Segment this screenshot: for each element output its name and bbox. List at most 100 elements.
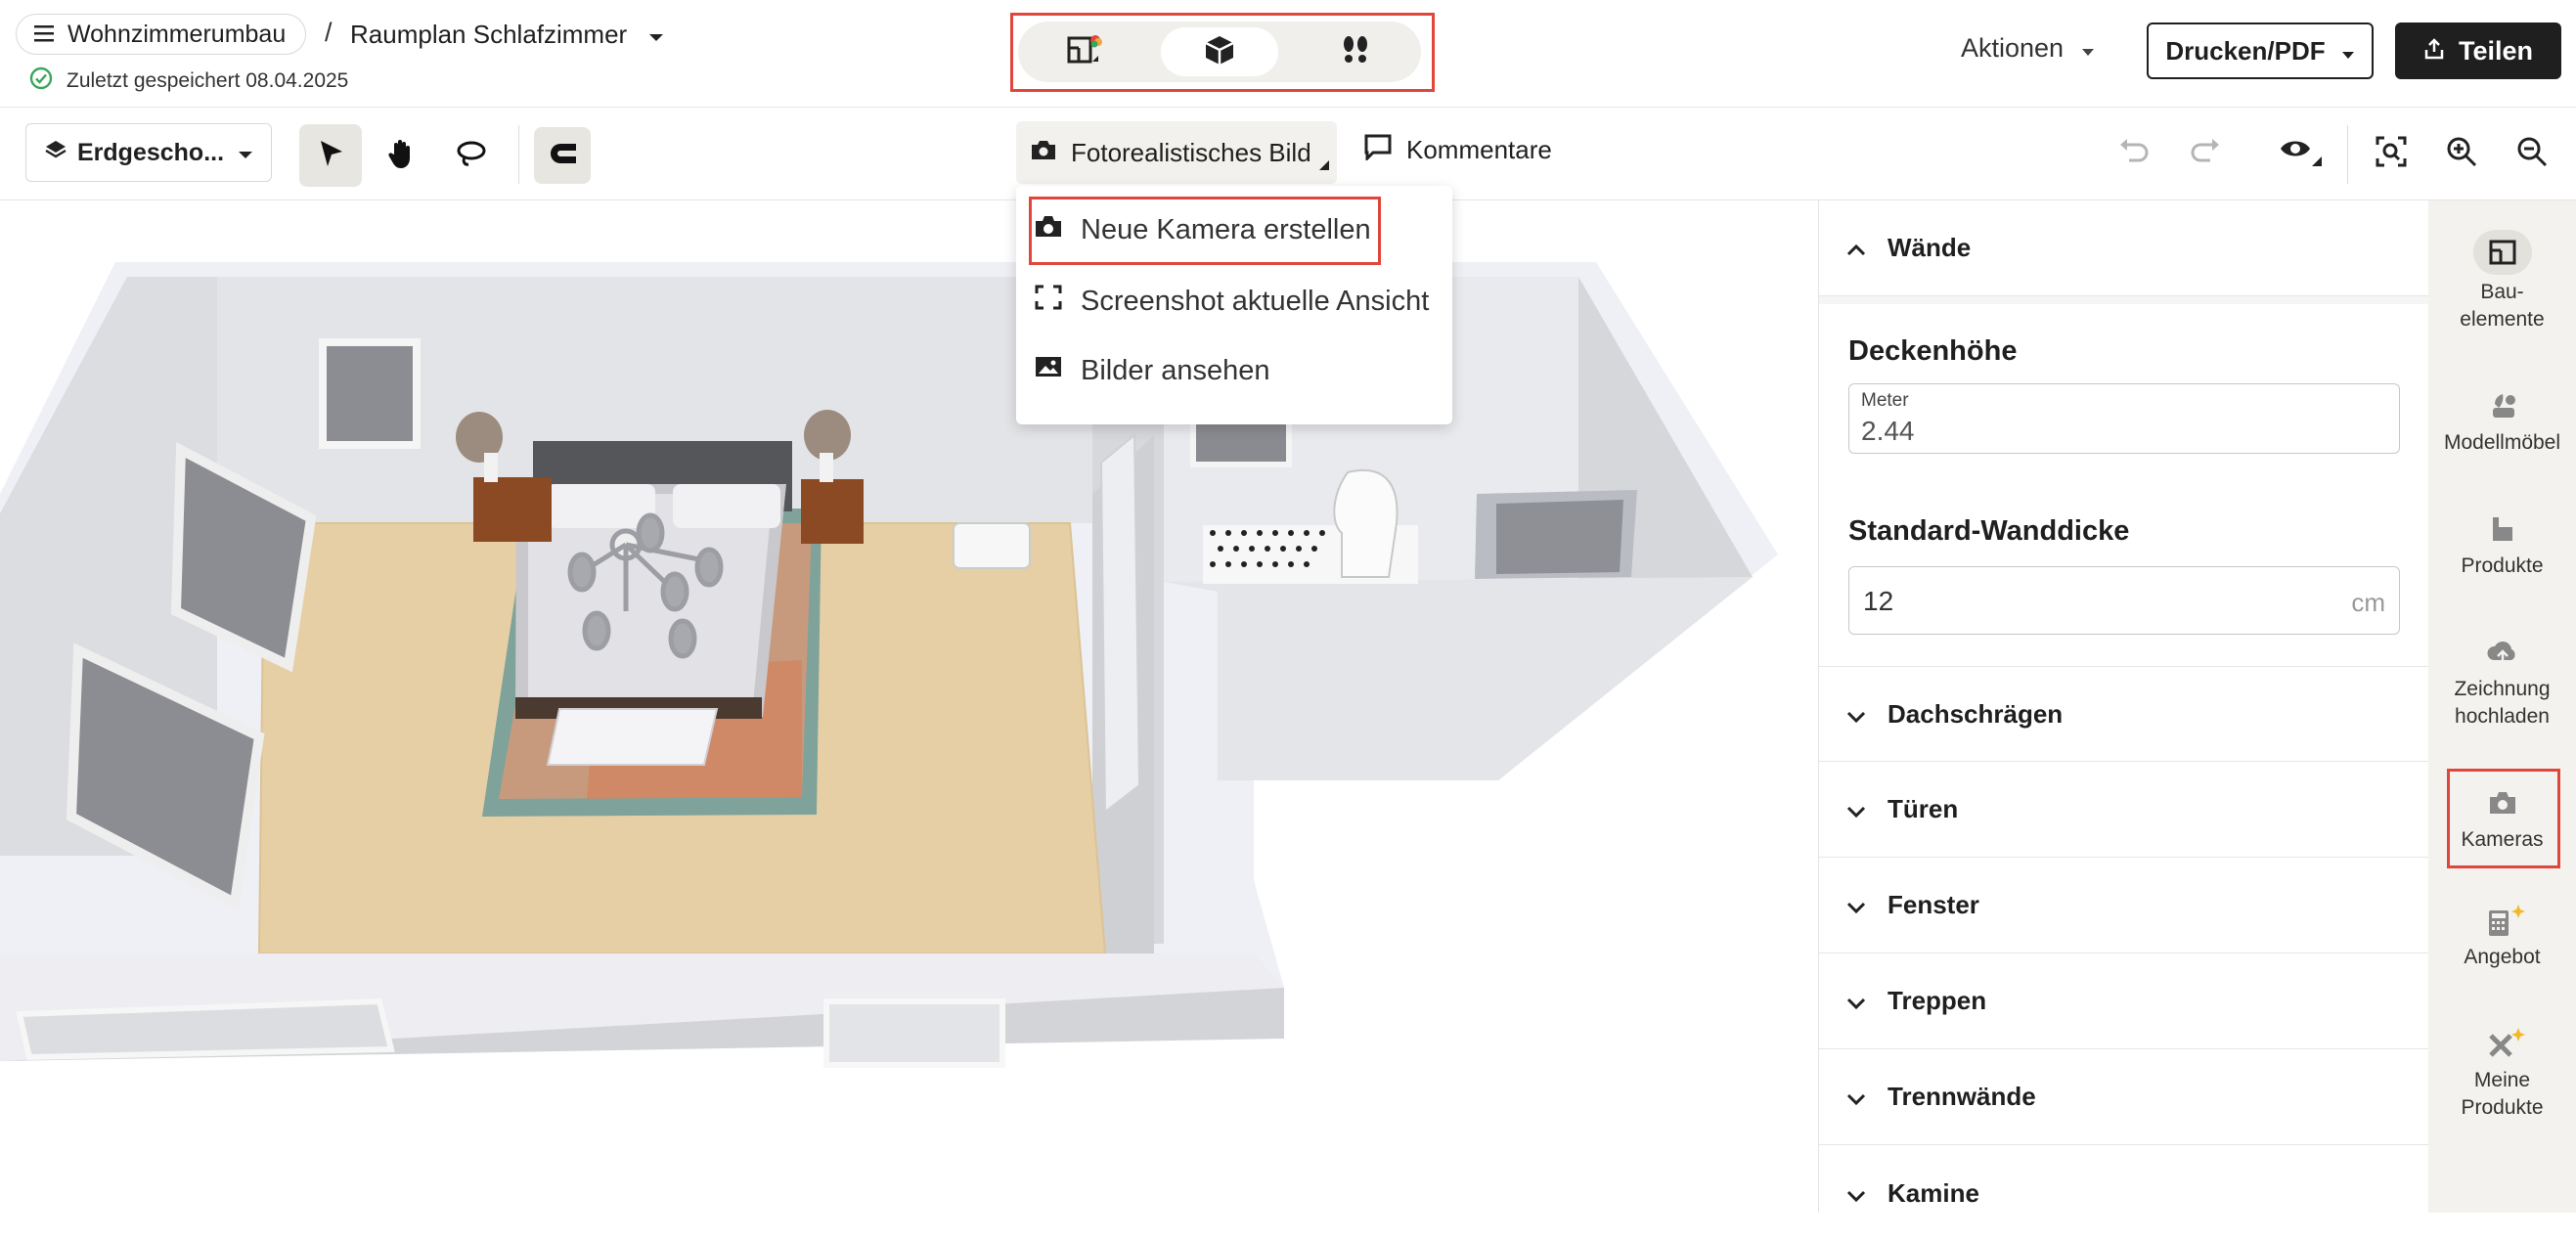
caret-down-icon (2081, 33, 2095, 64)
image-icon (1034, 354, 1063, 387)
pan-tool-button[interactable] (370, 124, 432, 187)
chevron-down-icon (1846, 794, 1866, 824)
print-label: Drucken/PDF (2165, 35, 2326, 66)
chevron-down-icon (1846, 890, 1866, 920)
chevron-up-icon (1846, 233, 1866, 263)
visibility-button[interactable] (2279, 137, 2322, 171)
new-camera-highlight (1029, 197, 1381, 265)
lasso-tool-button[interactable] (440, 124, 503, 187)
menu-item-view-images[interactable]: Bilder ansehen (1034, 354, 1269, 387)
zoom-in-button[interactable] (2445, 135, 2478, 173)
wall-thickness-label: Standard-Wanddicke (1848, 515, 2130, 547)
photorealistic-image-button[interactable]: Fotorealistisches Bild (1016, 121, 1337, 184)
properties-panel: Wände Deckenhöhe Meter 2.44 Standard-Wan… (1818, 200, 2428, 1213)
wall-thickness-unit: cm (2351, 588, 2385, 617)
menu-item-label: Screenshot aktuelle Ansicht (1081, 285, 1430, 317)
section-title: Kamine (1888, 1177, 1979, 1208)
sidebar-item-building-elements[interactable]: Bau- elemente (2428, 230, 2576, 333)
chevron-down-icon (1846, 699, 1866, 730)
section-doors[interactable]: Türen (1819, 762, 2428, 858)
calculator-icon (2485, 903, 2525, 938)
section-shadow (1819, 296, 2428, 304)
sidebar-label: hochladen (2455, 705, 2550, 728)
magnet-icon (547, 140, 578, 172)
actions-label: Aktionen (1961, 33, 2065, 63)
ceiling-height-value: 2.44 (1861, 416, 1915, 446)
redo-button[interactable] (2189, 135, 2222, 169)
project-name: Wohnzimmerumbau (67, 20, 287, 48)
check-circle-icon (29, 66, 53, 96)
section-title: Trennwände (1888, 1082, 2036, 1111)
section-windows[interactable]: Fenster (1819, 858, 2428, 953)
menu-item-screenshot[interactable]: Screenshot aktuelle Ansicht (1034, 284, 1429, 319)
right-sidebar: Bau- elemente Modellmöbel Produkte Zeich… (2428, 200, 2576, 1213)
sidebar-label: Bau- (2480, 281, 2524, 303)
zoom-in-icon (2445, 137, 2478, 172)
caret-down-icon (2341, 36, 2355, 66)
sidebar-label: Zeichnung (2454, 678, 2551, 700)
chevron-down-icon (1846, 986, 1866, 1016)
menu-item-label: Bilder ansehen (1081, 354, 1270, 386)
section-fireplaces[interactable]: Kamine (1819, 1145, 2428, 1241)
view-switch-highlight (1010, 13, 1435, 92)
eye-icon (2279, 141, 2322, 170)
section-title: Dachschrägen (1888, 698, 2064, 729)
tools-icon (2485, 1026, 2525, 1061)
ceiling-unit-label: Meter (1861, 390, 1909, 411)
sidebar-item-quote[interactable]: Angebot (2428, 903, 2576, 971)
project-menu-button[interactable]: Wohnzimmerumbau (16, 14, 307, 55)
comments-label: Kommentare (1406, 135, 1552, 164)
sidebar-item-my-products[interactable]: Meine Produkte (2428, 1026, 2576, 1122)
ceiling-height-label: Deckenhöhe (1848, 335, 2018, 367)
fit-view-button[interactable] (2375, 135, 2408, 173)
caret-down-icon (648, 20, 664, 50)
zoom-out-button[interactable] (2515, 135, 2549, 173)
pointer-arrow-icon (315, 138, 346, 174)
zoom-fit-icon (2375, 136, 2408, 172)
sidebar-label: Meine (2473, 1069, 2531, 1091)
page-name: Raumplan Schlafzimmer (350, 19, 628, 49)
wall-thickness-input[interactable]: 12 cm (1848, 566, 2400, 635)
sidebar-item-products[interactable]: Produkte (2428, 511, 2576, 580)
undo-icon (2117, 139, 2151, 168)
redo-icon (2189, 139, 2222, 168)
actions-menu-button[interactable]: Aktionen (1961, 33, 2095, 64)
comments-button[interactable]: Kommentare (1363, 133, 1552, 167)
share-label: Teilen (2458, 35, 2534, 66)
cameras-highlight (2447, 769, 2560, 868)
page-selector[interactable]: Raumplan Schlafzimmer (350, 16, 664, 53)
share-button[interactable]: Teilen (2395, 22, 2561, 79)
corner-caret-icon (1318, 147, 1329, 177)
wall-thickness-value: 12 (1863, 586, 1894, 616)
floor-label: Erdgescho... (77, 138, 225, 166)
sidebar-label: Modellmöbel (2443, 431, 2561, 454)
products-icon (2485, 511, 2520, 547)
sidebar-item-model-furniture[interactable]: Modellmöbel (2428, 388, 2576, 457)
toolbar-divider (518, 125, 519, 184)
saved-text: Zuletzt gespeichert 08.04.2025 (67, 69, 349, 92)
section-title: Fenster (1888, 890, 1979, 919)
toolbar-divider (2347, 125, 2348, 184)
3d-room-render (0, 262, 1778, 1068)
zoom-out-icon (2515, 137, 2549, 172)
floor-selector[interactable]: Erdgescho... (25, 123, 272, 182)
model-furniture-icon (2485, 388, 2520, 423)
3d-viewport[interactable] (0, 200, 1818, 1213)
sidebar-item-upload-drawing[interactable]: Zeichnung hochladen (2428, 635, 2576, 731)
section-walls[interactable]: Wände (1819, 200, 2428, 296)
select-tool-button[interactable] (299, 124, 362, 187)
ceiling-height-input[interactable]: Meter 2.44 (1848, 383, 2400, 454)
save-status: Zuletzt gespeichert 08.04.2025 (29, 66, 348, 96)
share-icon (2423, 36, 2445, 66)
upload-icon (2485, 635, 2520, 670)
undo-button[interactable] (2117, 135, 2151, 169)
sidebar-label: Angebot (2464, 946, 2541, 968)
comment-icon (1363, 133, 1393, 167)
section-roof-slopes[interactable]: Dachschrägen (1819, 666, 2428, 762)
snap-magnet-button[interactable] (534, 127, 591, 184)
section-stairs[interactable]: Treppen (1819, 953, 2428, 1049)
camera-icon (1030, 138, 1057, 168)
section-partition-walls[interactable]: Trennwände (1819, 1049, 2428, 1145)
print-pdf-button[interactable]: Drucken/PDF (2147, 22, 2374, 79)
lasso-icon (455, 139, 488, 173)
